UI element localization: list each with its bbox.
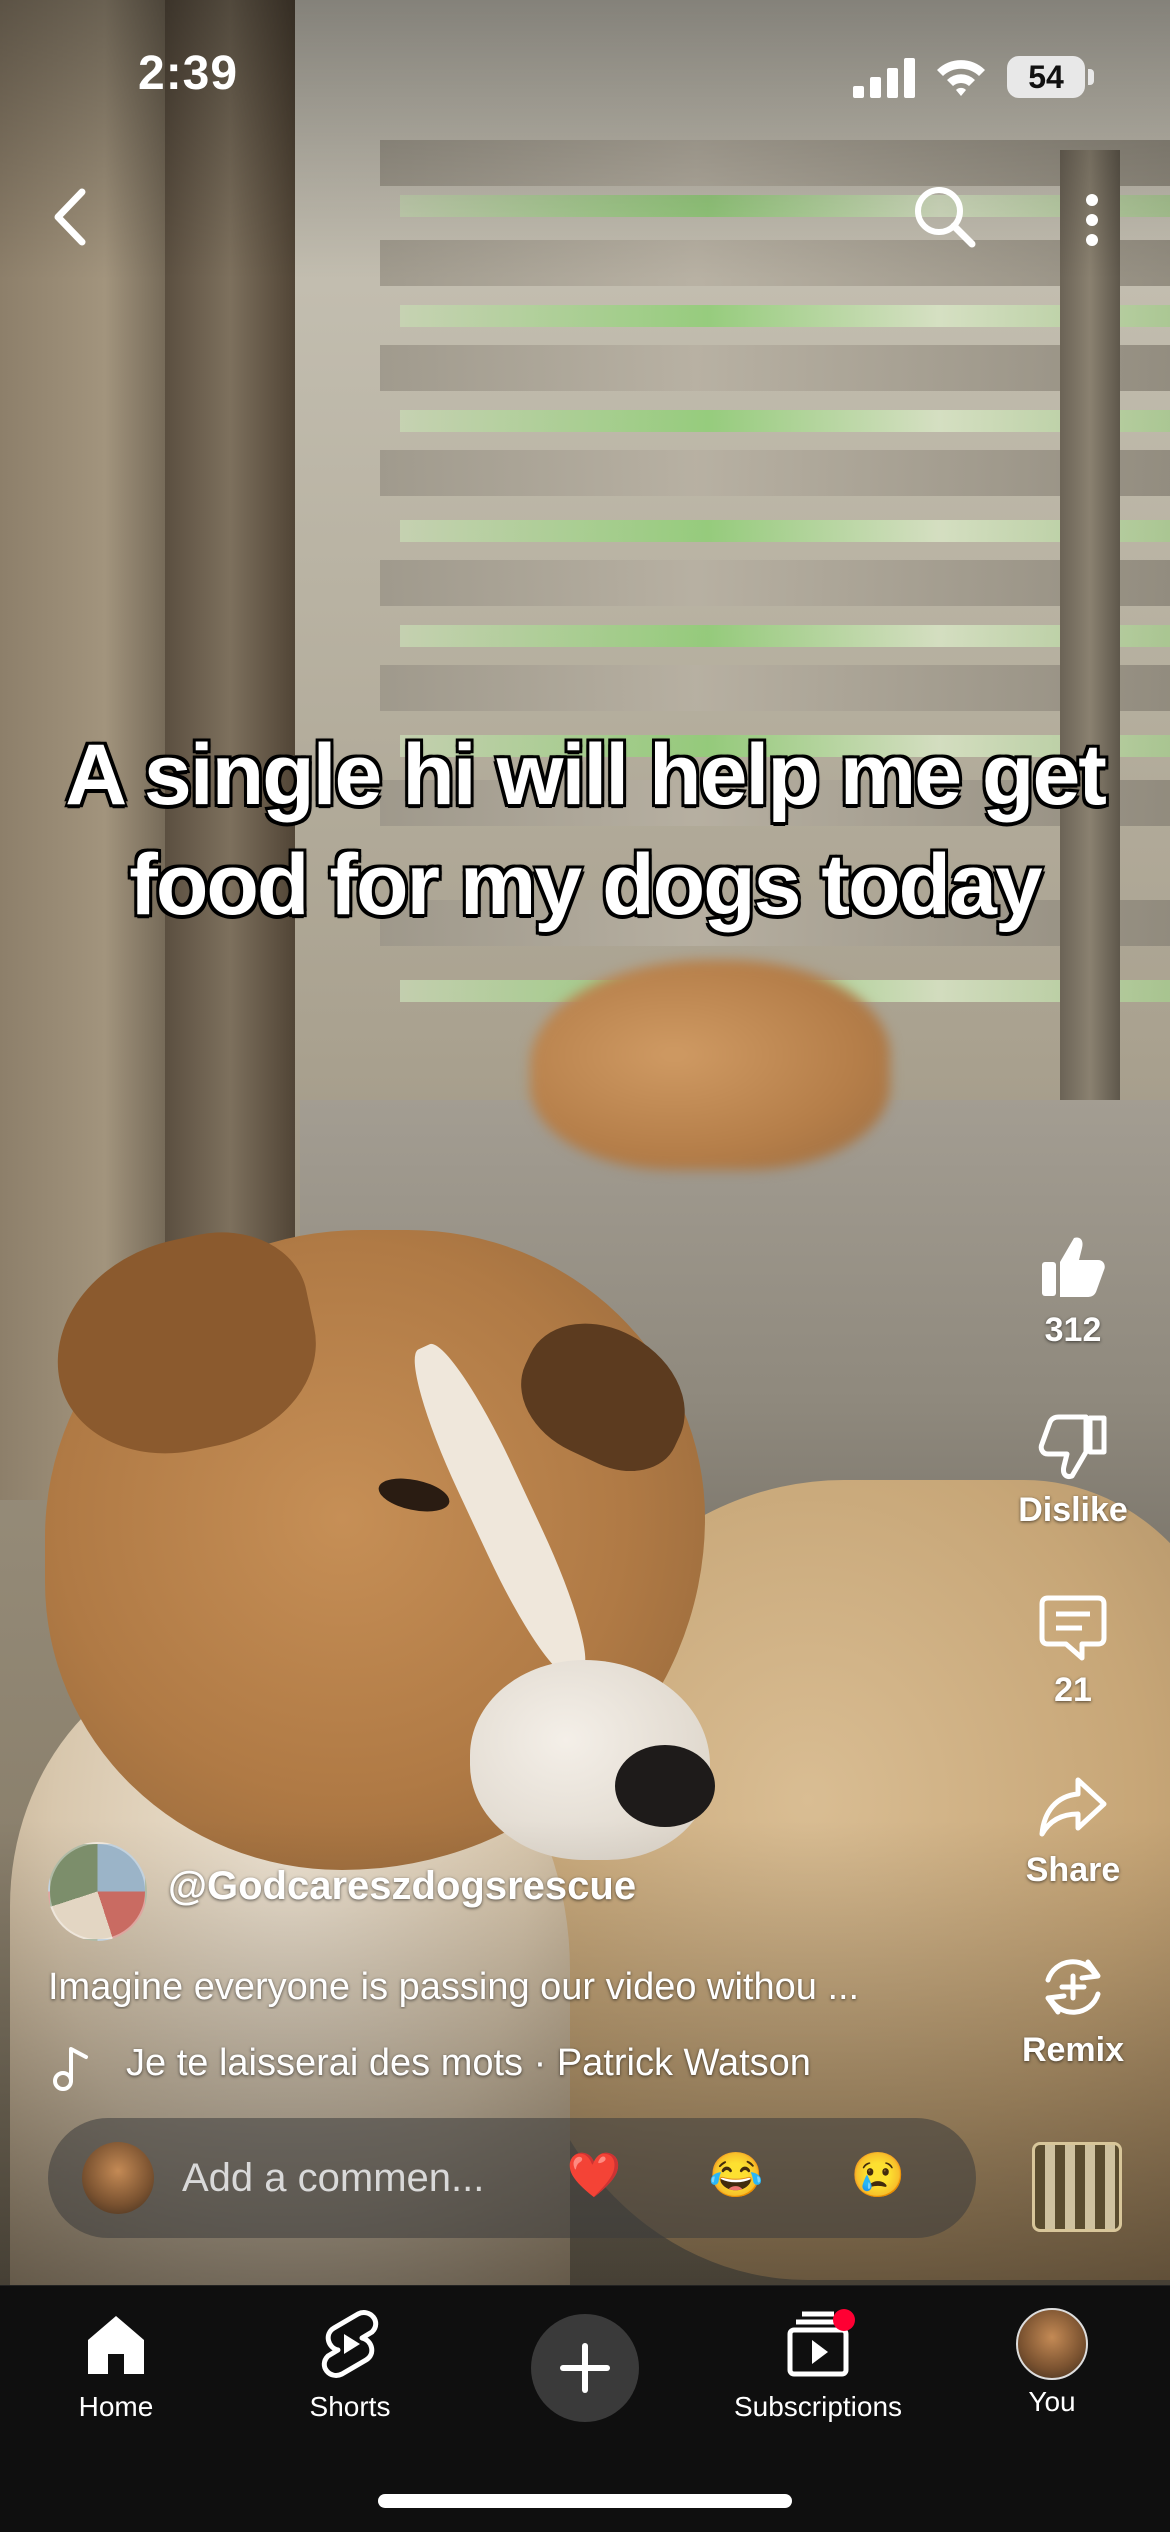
scene-gap [400,305,1170,327]
caption-line: food for my dogs today [129,837,1043,933]
avatar [1016,2308,1088,2380]
nav-label: Shorts [309,2391,391,2422]
background-dog [530,960,890,1170]
comments-button[interactable]: 21 [993,1592,1153,1710]
laughing-emoji-button[interactable]: 😂 [706,2146,766,2206]
comment-input-bar[interactable]: Add a commen... ❤️ 😂 😢 [48,2118,976,2238]
caption-line: A single hi will help me get [65,727,1107,823]
like-count: 312 [1044,1311,1102,1349]
dislike-label: Dislike [1018,1491,1128,1529]
nav-you[interactable]: You [952,2308,1152,2418]
scene-post [1060,150,1120,1100]
sound-thumbnail[interactable] [1032,2142,1122,2232]
thumbs-down-icon [1038,1414,1107,1479]
top-gradient [0,0,1170,280]
more-options-icon[interactable] [1080,192,1104,248]
plus-icon [560,2343,610,2393]
share-button[interactable]: Share [993,1772,1153,1890]
shorts-player-screen: 2:39 54 A single hi will help me get foo… [0,0,1170,2532]
nav-subscriptions[interactable]: Subscriptions [718,2308,918,2423]
like-button[interactable]: 312 [993,1232,1153,1350]
create-button[interactable] [531,2314,639,2422]
channel-handle[interactable]: @Godcareszdogsrescue [168,1864,636,1909]
channel-avatar[interactable] [48,1842,147,1941]
video-description[interactable]: Imagine everyone is passing our video wi… [48,1966,988,2009]
home-indicator[interactable] [378,2494,792,2508]
nav-shorts[interactable]: Shorts [250,2308,450,2423]
wifi-icon [937,60,985,96]
dislike-button[interactable]: Dislike [993,1412,1153,1530]
scene-plank [380,345,1170,391]
home-icon [88,2316,144,2374]
music-track[interactable]: Je te laisserai des mots · Patrick Watso… [126,2042,811,2085]
dog-nose [615,1745,715,1827]
nav-label: Home [78,2391,154,2422]
battery-indicator: 54 [1007,56,1085,98]
scene-plank [380,665,1170,711]
user-avatar [82,2142,154,2214]
crying-emoji-button[interactable]: 😢 [848,2146,908,2206]
thumbs-up-icon [1042,1237,1105,1297]
remix-button[interactable]: Remix [993,1952,1153,2070]
status-time: 2:39 [138,47,239,100]
comments-count: 21 [1054,1671,1092,1709]
remix-label: Remix [1021,2031,1125,2069]
scene-gap [400,625,1170,647]
video-caption: A single hi will help me get food for my… [30,720,1140,940]
search-icon[interactable] [912,184,978,250]
music-note-icon [53,2047,88,2091]
scene-plank [380,560,1170,606]
scene-plank [380,450,1170,496]
remix-icon [1045,1959,1101,2015]
share-arrow-icon [1039,1777,1107,1837]
comment-placeholder[interactable]: Add a commen... [182,2156,484,2201]
nav-home[interactable]: Home [16,2308,216,2423]
nav-label: Subscriptions [733,2391,903,2422]
back-arrow-icon[interactable] [48,186,92,248]
nav-label: You [1028,2386,1076,2417]
subscriptions-icon [787,2309,855,2377]
scene-gap [400,410,1170,432]
heart-emoji-button[interactable]: ❤️ [564,2146,624,2206]
battery-nub [1088,69,1094,85]
shorts-icon [321,2310,379,2378]
share-label: Share [1025,1851,1121,1889]
scene-gap [400,520,1170,542]
comment-icon [1039,1595,1107,1661]
cellular-signal-icon [853,58,915,98]
